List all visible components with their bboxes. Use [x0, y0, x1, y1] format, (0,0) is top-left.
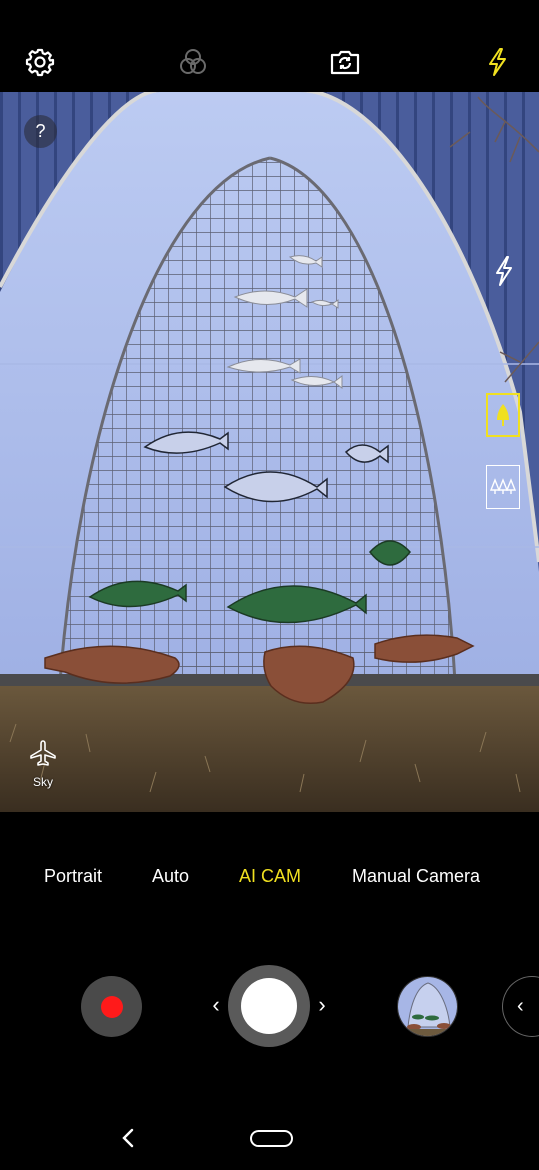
mode-portrait[interactable]: Portrait	[44, 866, 102, 887]
record-icon	[100, 995, 123, 1018]
camera-viewfinder[interactable]	[0, 92, 539, 812]
camera-switch-icon	[330, 50, 360, 75]
top-bar	[0, 0, 539, 92]
mode-selector: Portrait Auto AI CAM Manual Camera	[0, 860, 539, 892]
forest-icon	[490, 478, 516, 494]
nav-back-button[interactable]	[117, 1126, 139, 1150]
filter-circles-icon	[180, 49, 206, 74]
shutter-button[interactable]	[228, 965, 310, 1047]
thumbnail-image	[398, 977, 457, 1036]
airplane-icon	[30, 740, 56, 766]
detected-scene-label: Sky	[32, 775, 53, 789]
flash-indicator[interactable]	[490, 252, 518, 290]
mode-auto[interactable]: Auto	[152, 866, 189, 887]
help-button[interactable]: ?	[24, 115, 57, 148]
gear-icon	[25, 48, 55, 77]
switch-camera-button[interactable]	[329, 45, 361, 79]
settings-button[interactable]	[24, 45, 56, 79]
tree-icon	[497, 404, 509, 426]
mode-drawer-button[interactable]: ‹	[502, 976, 539, 1037]
flash-icon	[496, 256, 512, 286]
shutter-icon	[241, 978, 297, 1034]
previous-chevron[interactable]: ‹	[208, 992, 224, 1017]
scene-option-forest[interactable]	[486, 465, 520, 509]
scene-image	[0, 92, 539, 812]
nav-home-button[interactable]	[250, 1130, 293, 1147]
scene-option-tree[interactable]	[486, 393, 520, 437]
gallery-thumbnail[interactable]	[397, 976, 458, 1037]
flash-icon	[489, 48, 506, 76]
back-chevron-icon	[122, 1128, 134, 1148]
mode-manual-camera[interactable]: Manual Camera	[352, 866, 480, 887]
flash-button[interactable]	[482, 45, 514, 79]
mode-ai-cam[interactable]: AI CAM	[239, 866, 301, 887]
record-video-button[interactable]	[81, 976, 142, 1037]
filter-button[interactable]	[177, 45, 209, 79]
next-chevron[interactable]: ›	[314, 992, 330, 1017]
detected-scene-indicator: Sky	[22, 738, 64, 792]
